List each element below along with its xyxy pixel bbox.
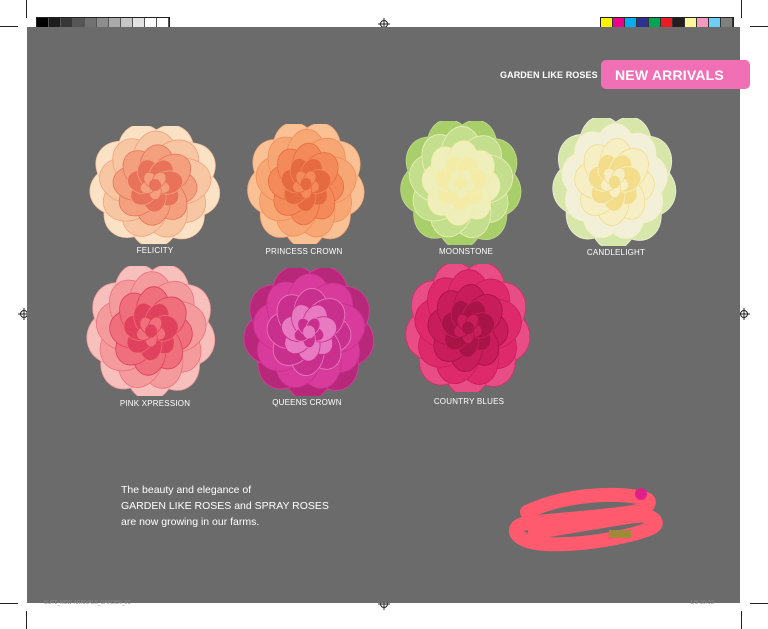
rose-center — [608, 175, 621, 189]
rose-center — [455, 176, 467, 190]
slug-info-right: 1/3 10:12 — [690, 600, 715, 606]
crop-mark — [26, 0, 27, 18]
tagline-line: are now growing in our farms. — [121, 516, 260, 528]
rose-label: PINK XPRESSION — [119, 399, 191, 408]
rose-label: COUNTRY BLUES — [433, 397, 505, 406]
crop-mark — [741, 0, 742, 18]
tagline-line: GARDEN LIKE ROSES and SPRAY ROSES — [121, 500, 329, 512]
rose-photo-queens-crown — [240, 268, 378, 396]
new-arrivals-badge: NEW ARRIVALS — [601, 60, 750, 89]
rose-center — [303, 325, 315, 339]
rose-label: FELICITY — [136, 246, 174, 255]
crop-mark — [0, 603, 18, 604]
rose-label: QUEENS CROWN — [272, 398, 342, 407]
rose-label: CANDLELIGHT — [586, 248, 646, 257]
rose-label: PRINCESS CROWN — [265, 247, 343, 256]
crop-mark — [750, 26, 768, 27]
crop-mark — [26, 611, 27, 629]
rose-photo-felicity — [86, 126, 224, 244]
rose-photo-candlelight — [549, 118, 680, 246]
slug-info-left: ELITE_NEW ARRIVALS_GARDEN_01 — [44, 600, 131, 606]
rose-center — [462, 321, 474, 335]
rose-photo-country-blues — [402, 264, 534, 392]
rose-photo-pink-xpression — [83, 266, 219, 396]
tagline-line: The beauty and elegance of — [121, 484, 252, 496]
rose-center — [300, 177, 312, 191]
rose-center — [145, 324, 157, 338]
redacted-logo-scribble — [508, 488, 663, 552]
rose-photo-princess-crown — [244, 124, 368, 244]
rose-center — [149, 179, 161, 191]
crop-mark — [0, 26, 18, 27]
rose-label: MOONSTONE — [438, 247, 494, 256]
crop-mark — [741, 611, 742, 629]
tagline-text: The beauty and elegance of GARDEN LIKE R… — [121, 482, 381, 530]
crop-mark — [750, 603, 768, 604]
rose-photo-moonstone — [397, 121, 525, 245]
section-label: GARDEN LIKE ROSES — [500, 70, 598, 80]
